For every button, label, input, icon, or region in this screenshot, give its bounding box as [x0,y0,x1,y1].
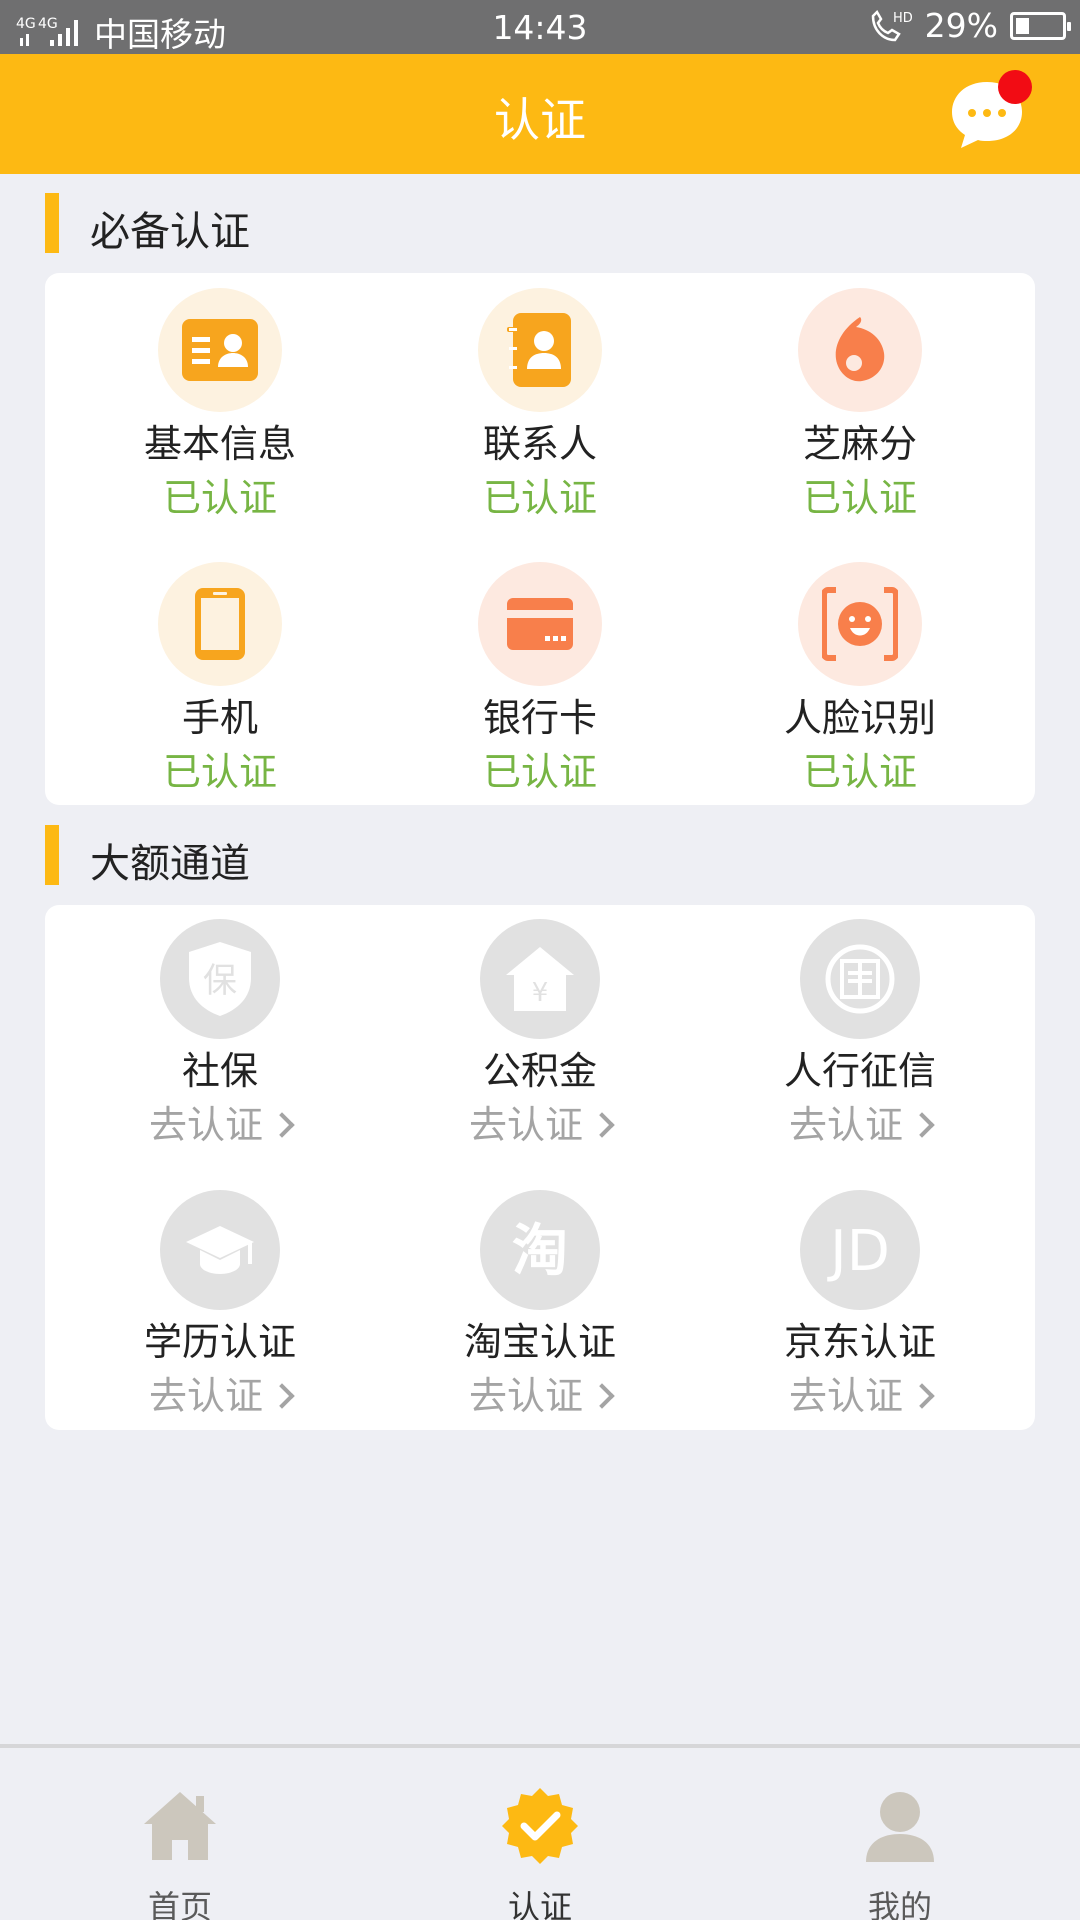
auth-item-housing-fund[interactable]: ¥ 公积金 去认证 [380,919,700,1149]
auth-item-taobao[interactable]: 淘 淘宝认证 去认证 [380,1190,700,1420]
auth-item-face-recognition[interactable]: 人脸识别 已认证 [700,562,1020,796]
user-icon [866,1792,934,1862]
battery-percent: 29% [924,6,998,45]
auth-item-name: 人行征信 [783,1049,936,1093]
auth-item-name: 联系人 [482,422,597,466]
auth-item-social-security[interactable]: 保 社保 去认证 [60,919,380,1149]
auth-item-action[interactable]: 去认证 [380,1372,700,1420]
auth-item-mobile[interactable]: 手机 已认证 [60,562,380,796]
auth-item-status: 已认证 [482,750,597,794]
tab-label: 我的 [867,1888,932,1920]
auth-item-name: 公积金 [482,1049,597,1093]
auth-item-contacts[interactable]: 联系人 已认证 [380,288,700,522]
credit-bank-seal-icon [800,919,920,1039]
required-card: 基本信息 已认证 联系人 已认证 芝麻分 已认证 手机 已认证 银行卡 已认证 … [45,273,1035,805]
sesame-seed-icon [798,288,922,412]
tab-verify[interactable]: 认证 [440,1748,640,1920]
auth-item-action-label: 去认证 [788,1103,903,1147]
section-large-heading: 大额通道 [0,825,1080,887]
unread-badge [998,70,1032,104]
section-title: 大额通道 [90,841,250,887]
auth-item-name: 芝麻分 [802,422,917,466]
screen: 4G 4G 中国移动 14:43 HD 29% 认证 必备认证 基本信息 已认证… [0,0,1080,1920]
tab-home[interactable]: 首页 [80,1748,280,1920]
chevron-right-icon [589,1383,615,1409]
auth-item-basic-info[interactable]: 基本信息 已认证 [60,288,380,522]
auth-item-action-label: 去认证 [148,1103,263,1147]
status-bar: 4G 4G 中国移动 14:43 HD 29% [0,0,1080,54]
auth-item-action-label: 去认证 [468,1374,583,1418]
auth-item-status: 已认证 [802,476,917,520]
auth-item-action[interactable]: 去认证 [380,1101,700,1149]
auth-item-name: 社保 [181,1049,258,1093]
svg-text:¥: ¥ [532,978,549,1008]
verified-badge-icon [502,1788,578,1864]
auth-item-sesame-score[interactable]: 芝麻分 已认证 [700,288,1020,522]
chevron-right-icon [269,1112,295,1138]
auth-item-action-label: 去认证 [468,1103,583,1147]
chevron-right-icon [589,1112,615,1138]
auth-item-jd[interactable]: JD 京东认证 去认证 [700,1190,1020,1420]
bank-card-icon [478,562,602,686]
auth-item-education[interactable]: 学历认证 去认证 [60,1190,380,1420]
svg-text:淘: 淘 [512,1219,568,1284]
tab-label: 认证 [507,1888,572,1920]
bottom-tab-bar: 首页 认证 我的 [0,1744,1080,1920]
auth-item-name: 人脸识别 [783,696,936,740]
home-icon [144,1792,216,1860]
face-scan-icon [798,562,922,686]
page-title: 认证 [494,93,586,147]
auth-item-name: 银行卡 [482,696,597,740]
social-security-shield-icon: 保 [160,919,280,1039]
contacts-book-icon [478,288,602,412]
auth-item-name: 学历认证 [143,1320,296,1364]
auth-item-action-label: 去认证 [788,1374,903,1418]
auth-item-action[interactable]: 去认证 [700,1101,1020,1149]
svg-text:保: 保 [203,961,237,1001]
auth-item-action[interactable]: 去认证 [700,1372,1020,1420]
status-right: HD 29% [867,6,1071,45]
taobao-icon: 淘 [480,1190,600,1310]
battery-icon [1010,11,1071,40]
jd-icon: JD [800,1190,920,1310]
auth-item-status: 已认证 [802,750,917,794]
messages-button[interactable] [948,70,1032,154]
auth-item-bank-card[interactable]: 银行卡 已认证 [380,562,700,796]
auth-item-status: 已认证 [482,476,597,520]
auth-item-action-label: 去认证 [148,1374,263,1418]
hd-call-icon: HD [871,9,913,41]
large-amount-card: 保 社保 去认证 ¥ 公积金 去认证 人行征信 去认证 学历认证 去认证 淘 淘… [45,905,1035,1430]
svg-text:JD: JD [827,1219,890,1284]
section-accent-bar [45,825,59,885]
auth-item-status: 已认证 [162,750,277,794]
graduation-cap-icon [160,1190,280,1310]
section-accent-bar [45,193,59,253]
housing-fund-house-icon: ¥ [480,919,600,1039]
auth-item-pboc-credit[interactable]: 人行征信 去认证 [700,919,1020,1149]
app-header: 认证 [0,54,1080,174]
auth-item-name: 淘宝认证 [463,1320,616,1364]
chevron-right-icon [909,1112,935,1138]
tab-label: 首页 [147,1888,212,1920]
section-title: 必备认证 [90,209,250,255]
svg-text:HD: HD [893,11,913,26]
chevron-right-icon [269,1383,295,1409]
auth-item-action[interactable]: 去认证 [60,1101,380,1149]
id-card-icon [158,288,282,412]
battery-level [1016,17,1029,34]
auth-item-name: 基本信息 [143,422,296,466]
chevron-right-icon [909,1383,935,1409]
auth-item-action[interactable]: 去认证 [60,1372,380,1420]
auth-item-name: 京东认证 [783,1320,936,1364]
auth-item-name: 手机 [181,696,258,740]
section-required-heading: 必备认证 [0,193,1080,255]
mobile-phone-icon [158,562,282,686]
tab-mine[interactable]: 我的 [800,1748,1000,1920]
auth-item-status: 已认证 [162,476,277,520]
